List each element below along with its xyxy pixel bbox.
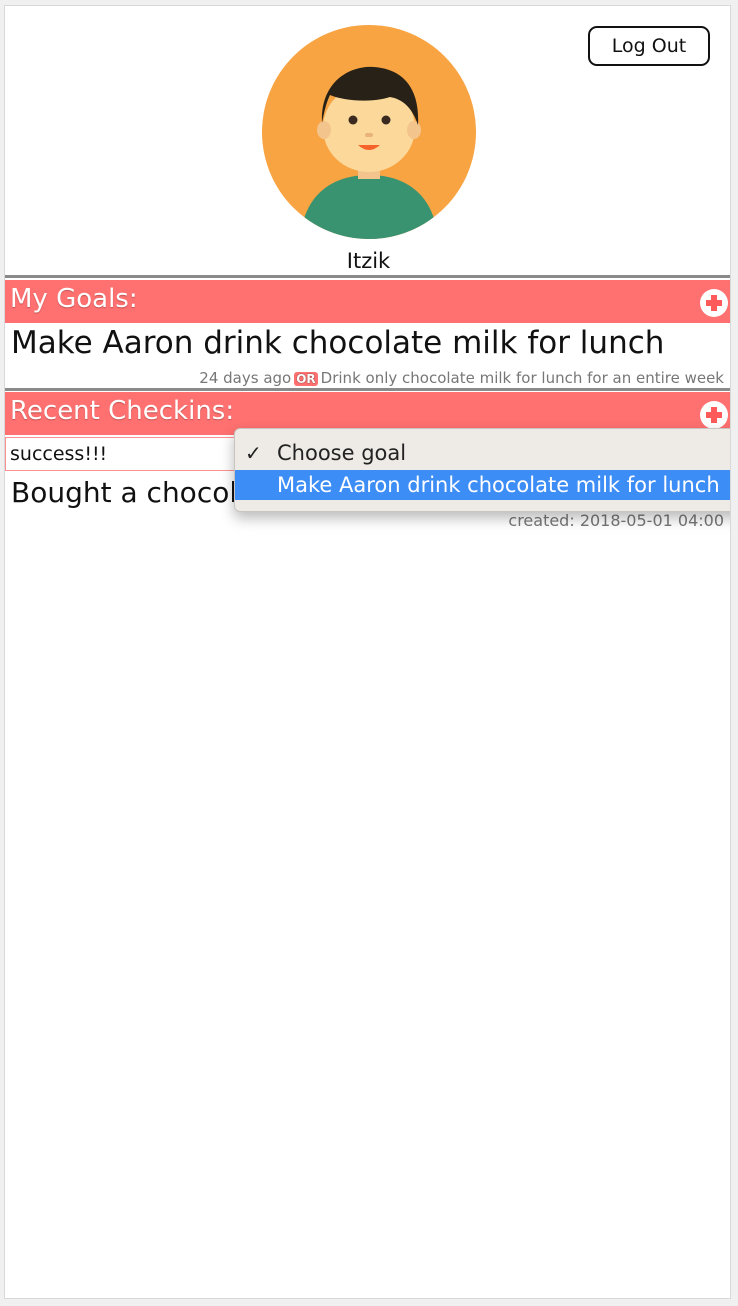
goal-meta: 24 days ago OR Drink only chocolate milk f… (199, 369, 724, 387)
logout-button[interactable]: Log Out (588, 26, 710, 66)
goals-title: My Goals: (10, 284, 138, 314)
or-badge: OR (294, 372, 318, 386)
option-label: Make Aaron drink chocolate milk for lunc… (277, 473, 720, 497)
goal-alternative: Drink only chocolate milk for lunch for … (320, 369, 724, 387)
divider (5, 275, 730, 278)
checkmark-icon: ✓ (245, 441, 262, 465)
goal-title[interactable]: Make Aaron drink chocolate milk for lunc… (11, 325, 664, 361)
app-frame: Log Out Itzik My Goals: Make Aaron drink… (4, 5, 731, 1299)
goal-option-aaron[interactable]: Make Aaron drink chocolate milk for lunc… (235, 470, 730, 500)
plus-circle-icon[interactable] (700, 289, 728, 317)
divider (5, 388, 730, 391)
option-label: Choose goal (277, 441, 407, 465)
goal-select-dropdown[interactable]: ✓ Choose goal Make Aaron drink chocolate… (234, 428, 730, 512)
plus-circle-icon[interactable] (700, 401, 728, 429)
checkin-input[interactable]: success!!! (5, 437, 245, 471)
goal-option-choose[interactable]: ✓ Choose goal (235, 438, 730, 468)
user-avatar-icon (262, 25, 476, 239)
checkins-title: Recent Checkins: (10, 396, 235, 426)
checkin-created: created: 2018-05-01 04:00 (508, 511, 724, 530)
checkin-text: Bought a chocol (11, 476, 238, 509)
goals-header: My Goals: (5, 280, 730, 323)
goal-age: 24 days ago (199, 369, 292, 387)
username: Itzik (346, 249, 391, 273)
